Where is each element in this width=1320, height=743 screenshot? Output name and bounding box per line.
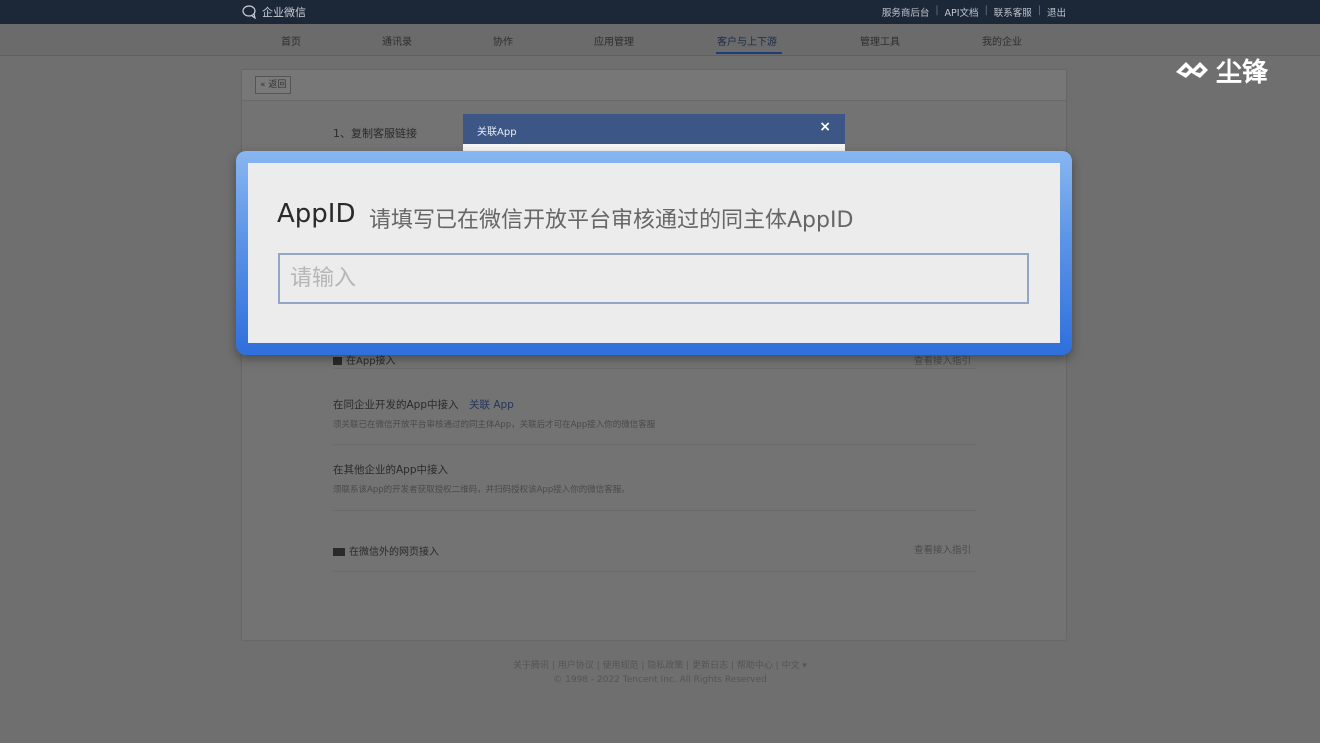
dialog-title: 关联App bbox=[477, 127, 517, 138]
top-links: 服务商后台 | API文档 | 联系客服 | 退出 bbox=[882, 5, 1066, 19]
watermark: 尘锋 bbox=[1174, 52, 1268, 89]
appid-label: AppID bbox=[277, 199, 356, 229]
footer-links[interactable]: 关于腾讯 | 用户协议 | 使用规范 | 隐私政策 | 更新日志 | 帮助中心 … bbox=[0, 658, 1320, 671]
card-header: « 返回 bbox=[242, 70, 1066, 101]
brand-name: 企业微信 bbox=[262, 6, 306, 19]
zoom-callout: AppID 请填写已在微信开放平台审核通过的同主体AppID bbox=[236, 151, 1072, 355]
top-link-support[interactable]: 联系客服 bbox=[994, 5, 1032, 19]
nav-app-management[interactable]: 应用管理 bbox=[594, 33, 634, 48]
app-grid-icon bbox=[333, 357, 342, 365]
divider bbox=[333, 444, 976, 445]
zoom-callout-content: AppID 请填写已在微信开放平台审核通过的同主体AppID bbox=[248, 163, 1060, 343]
footer-copyright: © 1998 - 2022 Tencent Inc. All Rights Re… bbox=[553, 675, 767, 685]
other-enterprise-app-desc: 须联系该App的开发者获取授权二维码，并扫码授权该App接入你的微信客服。 bbox=[333, 485, 630, 495]
same-enterprise-app-desc: 须关联已在微信开放平台审核通过的同主体App，关联后才可在App接入你的微信客服 bbox=[333, 420, 656, 430]
section-app-title-text: 在App接入 bbox=[346, 356, 396, 367]
nav-contacts[interactable]: 通讯录 bbox=[382, 33, 412, 48]
same-enterprise-app-title: 在同企业开发的App中接入 bbox=[333, 399, 459, 411]
top-bar: 企业微信 服务商后台 | API文档 | 联系客服 | 退出 bbox=[0, 0, 1320, 24]
divider bbox=[333, 368, 976, 369]
link-app-button[interactable]: 关联 App bbox=[469, 397, 514, 412]
nav-collaboration[interactable]: 协作 bbox=[493, 33, 513, 48]
back-button[interactable]: « 返回 bbox=[255, 76, 292, 94]
main-nav: 首页 通讯录 协作 应用管理 客户与上下游 管理工具 我的企业 bbox=[0, 24, 1320, 56]
app-guide-link[interactable]: 查看接入指引 bbox=[914, 353, 971, 367]
web-guide-link[interactable]: 查看接入指引 bbox=[914, 542, 971, 556]
step-copy-link: 1、复制客服链接 bbox=[333, 127, 417, 140]
section-web-title-text: 在微信外的网页接入 bbox=[349, 547, 439, 558]
nav-management-tools[interactable]: 管理工具 bbox=[860, 33, 900, 48]
appid-hint: 请填写已在微信开放平台审核通过的同主体AppID bbox=[369, 208, 854, 233]
link-app-dialog-header: 关联App × bbox=[463, 114, 845, 144]
separator: | bbox=[935, 5, 939, 16]
wecom-logo-icon bbox=[242, 5, 256, 19]
separator: | bbox=[984, 5, 988, 16]
nav-customers[interactable]: 客户与上下游 bbox=[717, 33, 777, 48]
top-link-provider[interactable]: 服务商后台 bbox=[882, 5, 930, 19]
web-page-icon bbox=[333, 548, 345, 556]
brand[interactable]: 企业微信 bbox=[242, 4, 306, 20]
separator: | bbox=[1037, 5, 1041, 16]
appid-input[interactable] bbox=[278, 253, 1029, 304]
other-enterprise-app-title: 在其他企业的App中接入 bbox=[333, 464, 449, 476]
watermark-text: 尘锋 bbox=[1216, 58, 1269, 88]
nav-home[interactable]: 首页 bbox=[281, 33, 301, 48]
watermark-logo-icon bbox=[1176, 61, 1208, 78]
top-link-logout[interactable]: 退出 bbox=[1047, 5, 1066, 19]
close-icon[interactable]: × bbox=[819, 119, 831, 135]
nav-my-enterprise[interactable]: 我的企业 bbox=[982, 33, 1022, 48]
top-link-api-docs[interactable]: API文档 bbox=[945, 5, 979, 19]
divider bbox=[333, 510, 976, 511]
nav-active-indicator bbox=[716, 52, 782, 54]
divider bbox=[333, 571, 976, 572]
section-web-title: 在微信外的网页接入 bbox=[333, 543, 439, 558]
